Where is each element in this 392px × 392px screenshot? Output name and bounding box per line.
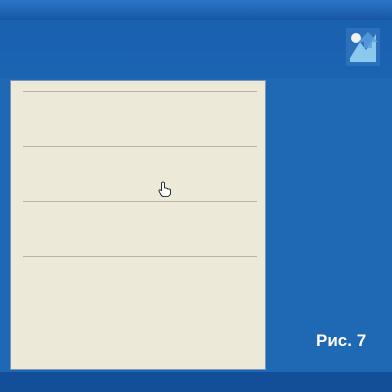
figure-caption: Рис. 7 xyxy=(316,331,367,350)
title-bar xyxy=(0,0,392,20)
link-group xyxy=(19,140,257,190)
link-item[interactable] xyxy=(19,221,257,233)
footer-bar xyxy=(0,372,392,392)
group-header xyxy=(19,140,257,152)
link-item[interactable] xyxy=(19,154,257,166)
group-header xyxy=(19,85,257,97)
link-item[interactable] xyxy=(19,209,257,221)
header-banner xyxy=(0,20,392,78)
link-group xyxy=(19,85,257,135)
link-panel xyxy=(10,80,266,370)
link-item[interactable] xyxy=(19,166,257,178)
link-item[interactable] xyxy=(19,99,257,111)
link-item[interactable] xyxy=(19,288,257,300)
group-divider xyxy=(23,145,257,147)
group-header xyxy=(19,250,257,262)
hand-pointer-icon xyxy=(158,181,171,197)
link-item[interactable] xyxy=(19,233,257,245)
group-header xyxy=(19,195,257,207)
group-divider xyxy=(23,90,257,92)
group-divider xyxy=(23,255,257,257)
link-group xyxy=(19,195,257,245)
link-item[interactable] xyxy=(19,178,257,190)
link-item[interactable] xyxy=(19,276,257,288)
link-item[interactable] xyxy=(19,264,257,276)
setup-logo-icon xyxy=(346,28,380,66)
link-group xyxy=(19,250,257,300)
setup-window: Рис. 7 xyxy=(0,0,392,392)
link-item[interactable] xyxy=(19,111,257,123)
link-item[interactable] xyxy=(19,123,257,135)
group-divider xyxy=(23,200,257,202)
